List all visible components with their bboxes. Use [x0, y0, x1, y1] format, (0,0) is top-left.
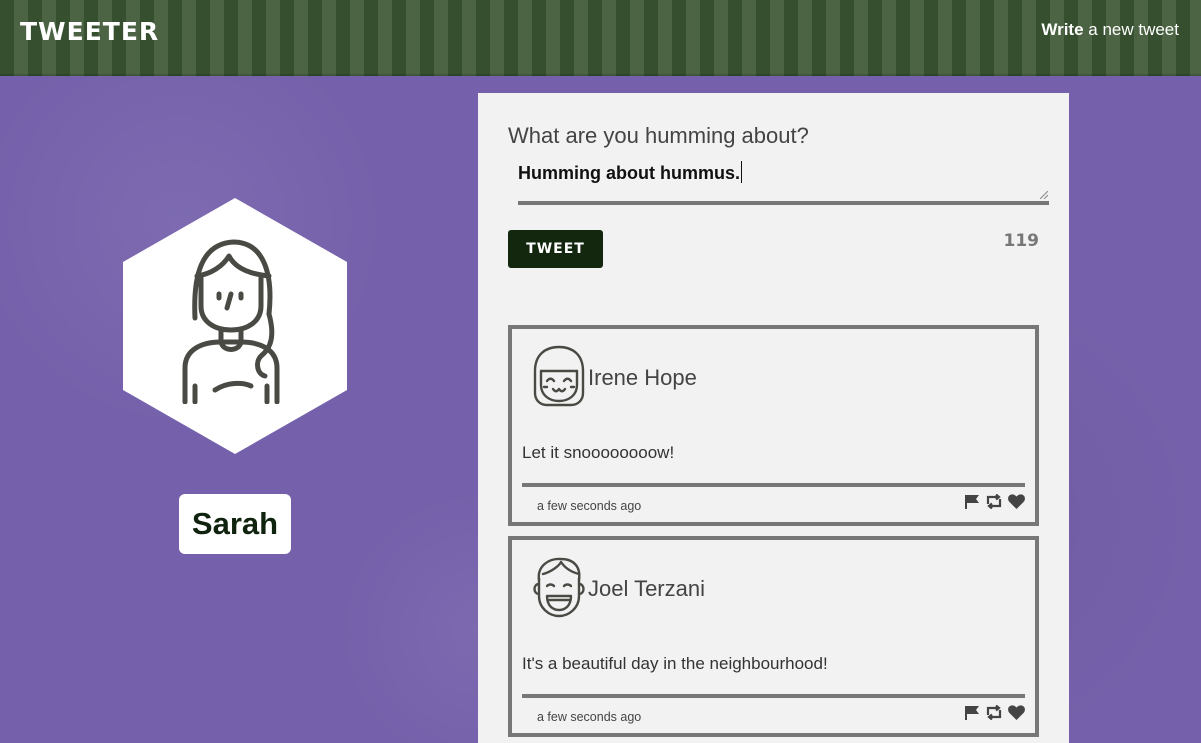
tweet-actions [964, 705, 1025, 720]
tweet-author-name: Irene Hope [588, 365, 697, 390]
top-nav: TWEETER Write a new tweet [0, 0, 1201, 76]
tweet-text-input[interactable]: Humming about hummus. [518, 157, 1049, 205]
tweet-actions [964, 494, 1025, 509]
tweet-footer: a few seconds ago [522, 694, 1025, 724]
tweet-body: Let it snoooooooow! [522, 443, 675, 462]
profile-avatar [123, 198, 347, 454]
tweet-card: Irene Hope Let it snoooooooow! a few sec… [508, 325, 1039, 526]
compose-tweet-link[interactable]: Write a new tweet [1041, 20, 1179, 40]
retweet-icon[interactable] [985, 494, 1003, 509]
tweet-input-value: Humming about hummus. [518, 163, 740, 183]
woman-avatar-icon [182, 239, 280, 404]
character-counter: 119 [1003, 231, 1040, 251]
tweet-author-name: Joel Terzani [588, 576, 705, 601]
flag-icon[interactable] [964, 705, 980, 720]
tweet-timestamp: a few seconds ago [537, 710, 642, 724]
profile-username: Sarah [179, 494, 291, 554]
text-caret [741, 161, 742, 183]
boy-avatar-icon [533, 557, 585, 618]
heart-icon[interactable] [1008, 494, 1025, 509]
girl-avatar-icon [533, 345, 585, 407]
main-panel: What are you humming about? Humming abou… [478, 93, 1069, 743]
retweet-icon[interactable] [985, 705, 1003, 720]
compose-link-bold: Write [1041, 20, 1084, 39]
flag-icon[interactable] [964, 494, 980, 509]
tweet-footer: a few seconds ago [522, 483, 1025, 513]
composer-prompt: What are you humming about? [508, 123, 809, 148]
compose-link-text: a new tweet [1083, 20, 1179, 39]
tweet-timestamp: a few seconds ago [537, 499, 642, 513]
heart-icon[interactable] [1008, 705, 1025, 720]
resize-handle-icon[interactable] [1040, 191, 1048, 199]
tweet-submit-button[interactable]: TWEET [508, 230, 603, 268]
tweet-card: Joel Terzani It's a beautiful day in the… [508, 536, 1039, 737]
brand-logo[interactable]: TWEETER [20, 17, 159, 46]
tweet-body: It's a beautiful day in the neighbourhoo… [522, 654, 828, 673]
